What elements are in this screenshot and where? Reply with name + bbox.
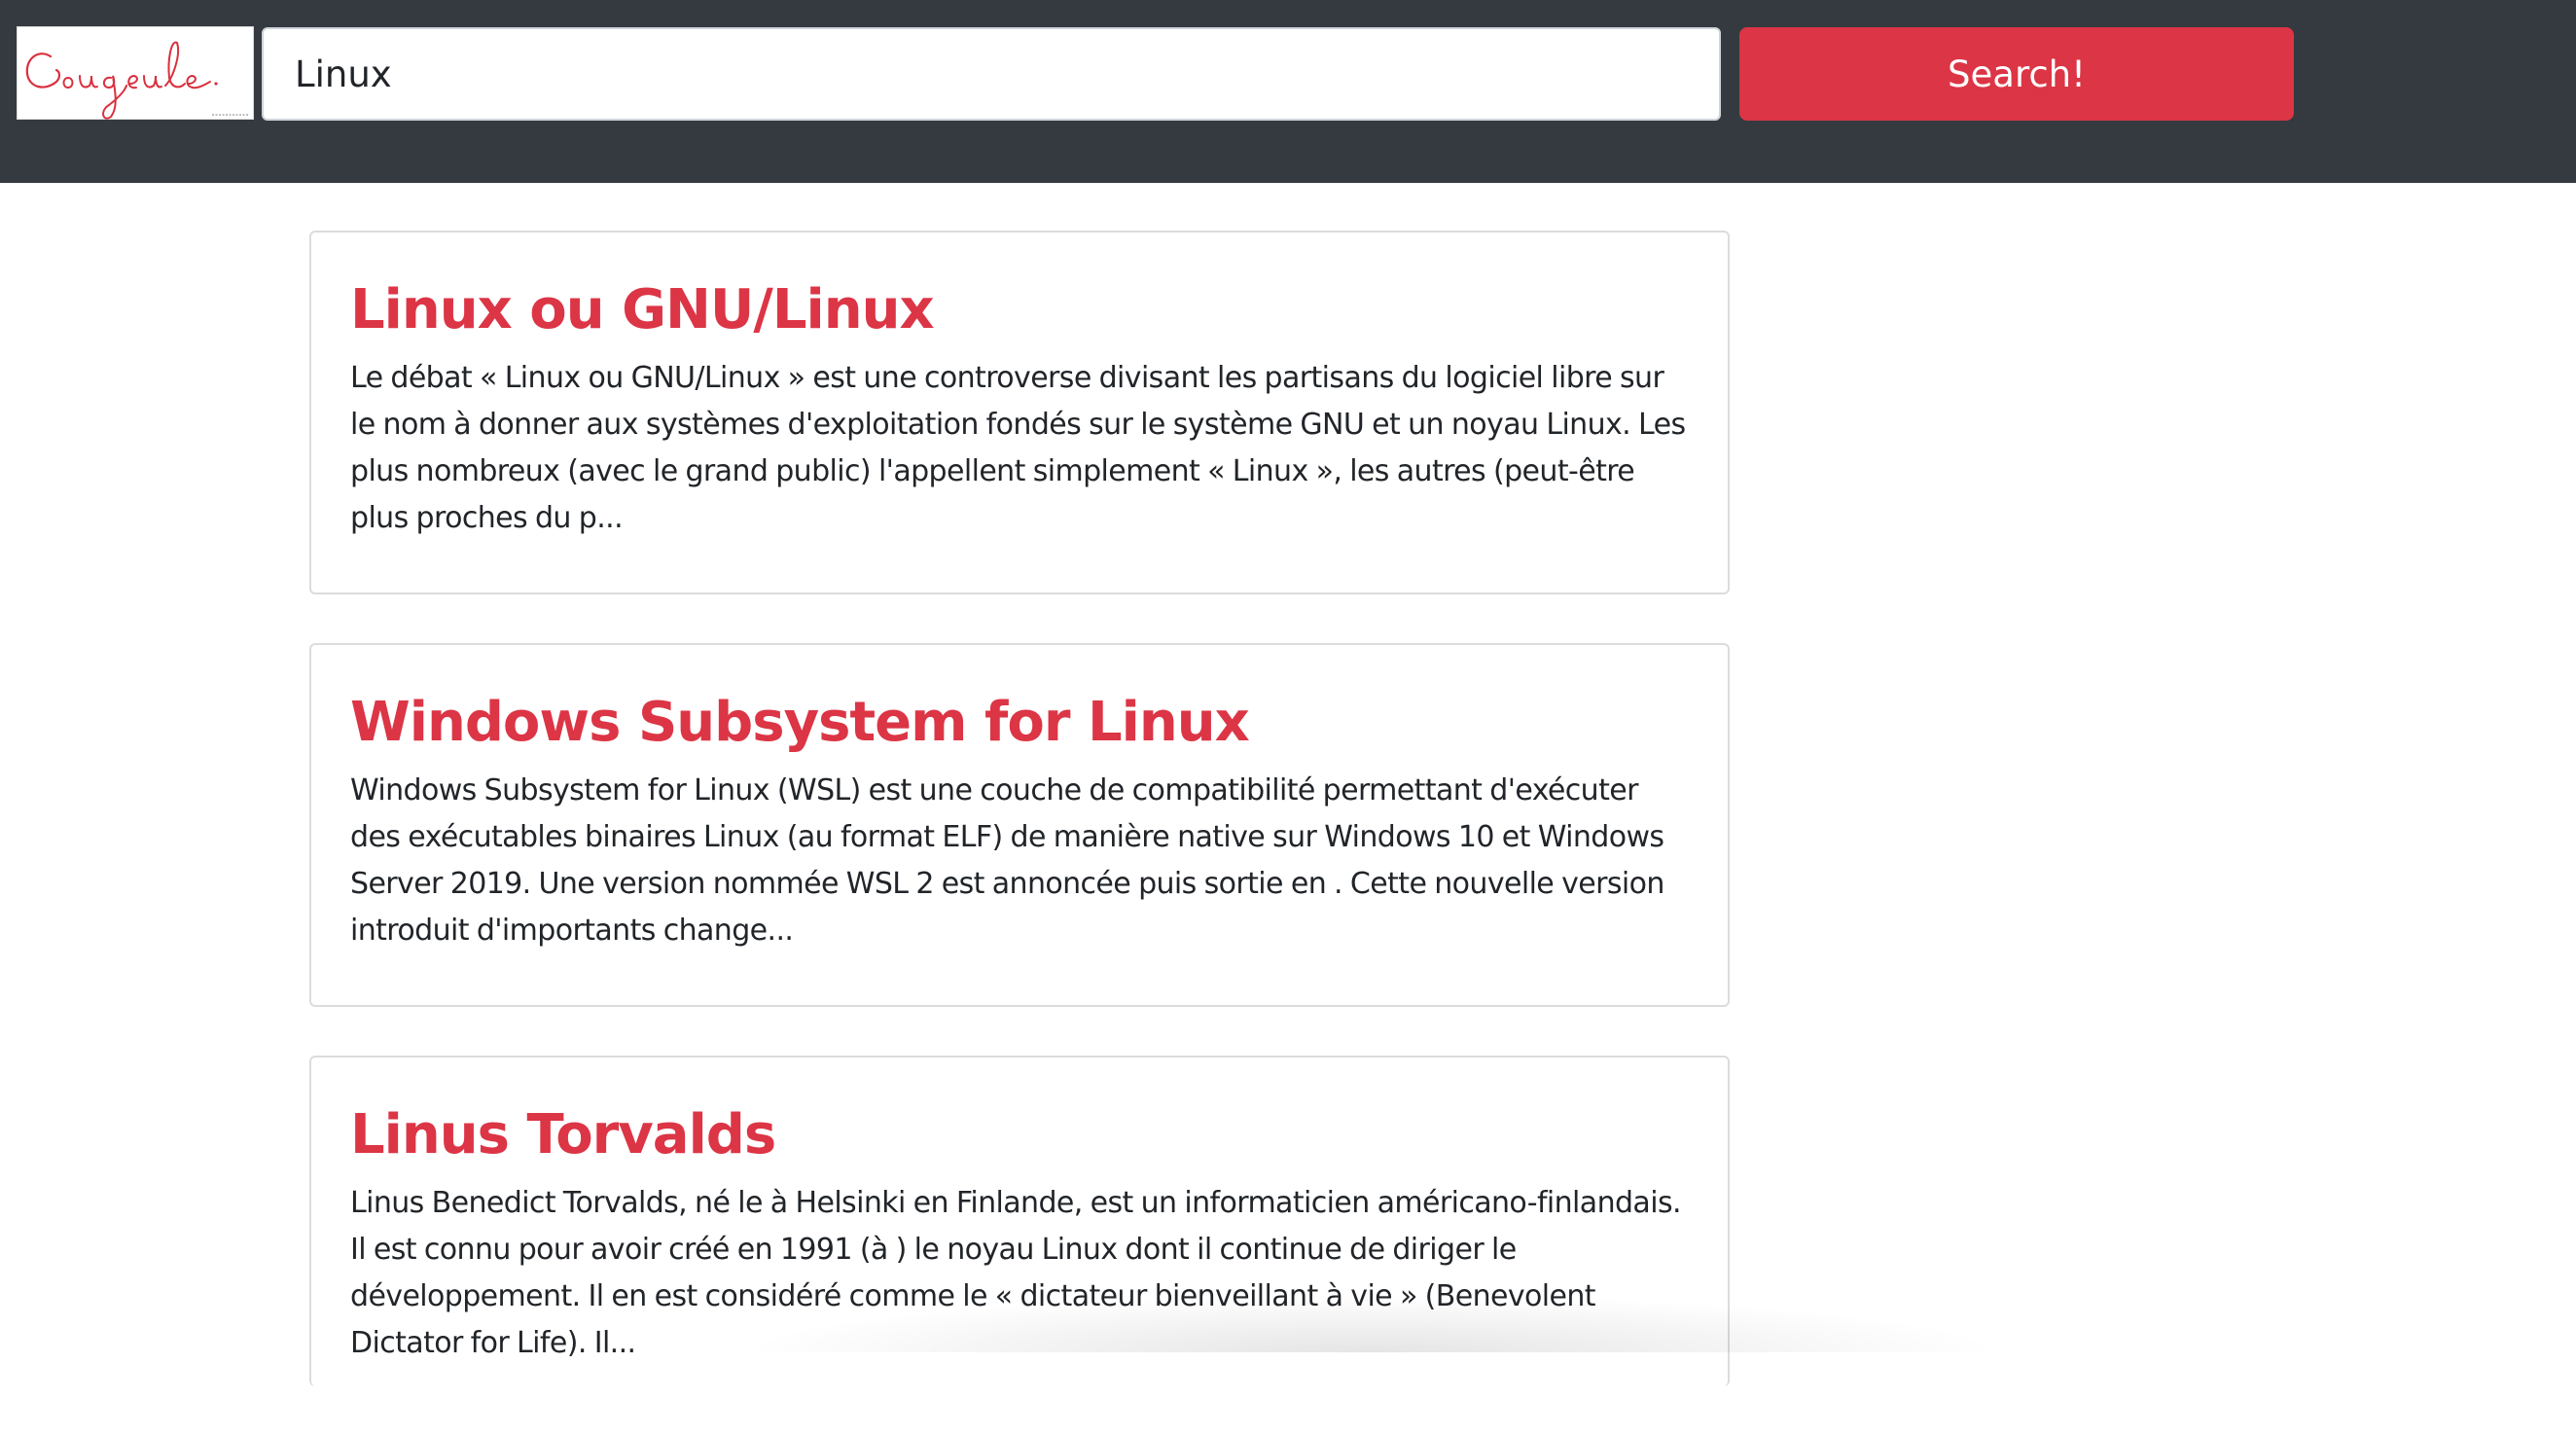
search-button[interactable]: Search! [1739,27,2294,121]
site-logo[interactable] [17,26,254,120]
handwritten-logo-icon [25,41,249,120]
result-card: Linux ou GNU/Linux Le débat « Linux ou G… [309,231,1730,594]
result-title-link[interactable]: Windows Subsystem for Linux [350,684,1691,762]
result-card: Windows Subsystem for Linux Windows Subs… [309,643,1730,1007]
result-snippet: Windows Subsystem for Linux (WSL) est un… [350,773,1664,948]
result-snippet: Linus Benedict Torvalds, né le à Helsink… [350,1186,1682,1360]
top-navbar: Search! [0,0,2576,183]
result-title-link[interactable]: Linux ou GNU/Linux [350,271,1691,349]
search-input[interactable] [262,27,1721,121]
result-title-link[interactable]: Linus Torvalds [350,1096,1691,1174]
result-snippet: Le débat « Linux ou GNU/Linux » est une … [350,361,1686,535]
search-results: Linux ou GNU/Linux Le débat « Linux ou G… [309,231,1730,1435]
result-card: Linus Torvalds Linus Benedict Torvalds, … [309,1056,1730,1386]
